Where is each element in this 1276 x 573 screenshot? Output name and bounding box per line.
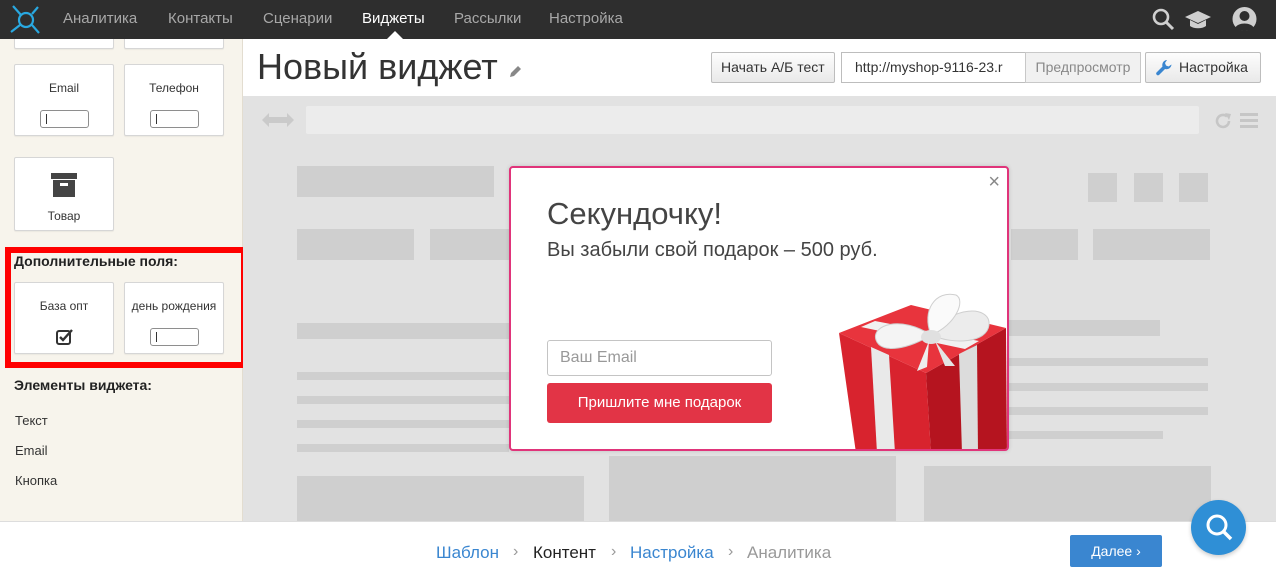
field-card-label: Товар <box>47 209 81 223</box>
field-card-product[interactable]: Товар <box>14 157 114 231</box>
field-card-email[interactable]: Email <box>14 64 114 136</box>
nav-item-settings[interactable]: Настройка <box>549 0 623 39</box>
user-avatar-icon[interactable] <box>1231 6 1258 32</box>
mock-page-block <box>297 396 509 404</box>
mock-page-block <box>430 229 510 260</box>
nav-item-scenarios[interactable]: Сценарии <box>263 0 332 39</box>
popup-submit-button[interactable]: Пришлите мне подарок <box>547 383 772 423</box>
mock-page-block <box>1008 383 1208 391</box>
mock-page-block <box>1008 407 1208 415</box>
chevron-right-icon: › <box>513 543 519 560</box>
wizard-step-settings[interactable]: Настройка <box>630 543 714 563</box>
field-card-partial[interactable] <box>14 39 114 49</box>
mock-page-block <box>297 229 414 260</box>
chevron-right-icon: › <box>611 543 617 560</box>
settings-button-label: Настройка <box>1179 59 1248 75</box>
mock-page-block <box>297 420 509 428</box>
mock-page-block <box>1008 431 1163 439</box>
gift-box-icon <box>839 293 1007 449</box>
next-button-label: Далее <box>1091 543 1133 559</box>
field-card-label: Телефон <box>149 81 199 95</box>
widget-element-button[interactable]: Кнопка <box>15 473 57 488</box>
mock-page-block <box>1134 173 1163 202</box>
field-card-phone[interactable]: Телефон <box>124 64 224 136</box>
mock-page-block <box>1093 229 1210 260</box>
wizard-footer: Шаблон › Контент › Настройка › Аналитика… <box>0 521 1276 573</box>
mock-address-bar <box>306 106 1199 134</box>
mock-page-block <box>1011 229 1078 260</box>
search-icon[interactable] <box>1151 6 1175 32</box>
chevron-right-icon: › <box>728 543 734 560</box>
mock-page-block <box>297 476 584 521</box>
popup-email-input[interactable]: Ваш Email <box>547 340 772 376</box>
mock-page-block <box>1008 358 1208 366</box>
field-card-partial[interactable] <box>124 39 224 49</box>
popup-subtitle[interactable]: Вы забыли свой подарок – 500 руб. <box>547 239 878 262</box>
edit-pencil-icon[interactable] <box>508 65 522 79</box>
mock-page-block <box>1179 173 1208 202</box>
search-icon <box>1206 514 1233 541</box>
resize-arrows-icon[interactable] <box>261 111 295 129</box>
preview-url-input[interactable]: http://myshop-9116-23.r <box>841 52 1026 83</box>
mock-page-block <box>297 444 509 452</box>
widget-element-text[interactable]: Текст <box>15 413 48 428</box>
widget-element-email[interactable]: Email <box>15 443 48 458</box>
field-card-input-preview <box>150 110 199 128</box>
chevron-right-icon: › <box>1136 543 1141 559</box>
graduation-cap-icon[interactable] <box>1184 6 1212 32</box>
page-title: Новый виджет <box>257 46 498 87</box>
next-button[interactable]: Далее › <box>1070 535 1162 567</box>
mock-page-block <box>1008 320 1160 336</box>
popup-title[interactable]: Секундочку! <box>547 196 722 232</box>
mock-page-block <box>924 466 1211 521</box>
wizard-step-template[interactable]: Шаблон <box>436 543 499 563</box>
nav-item-analytics[interactable]: Аналитика <box>63 0 137 39</box>
popup-close-icon[interactable]: × <box>988 171 1000 194</box>
mock-page-block <box>297 166 494 197</box>
menu-icon[interactable] <box>1240 112 1258 128</box>
wizard-step-analytics: Аналитика <box>747 543 832 562</box>
highlight-annotation-box <box>5 247 247 368</box>
preview-button[interactable]: Предпросмотр <box>1025 52 1141 83</box>
mock-page-block <box>297 372 509 380</box>
mock-page-block <box>1088 173 1117 202</box>
field-card-label: Email <box>48 81 79 95</box>
mock-page-block <box>609 456 896 521</box>
logo-icon[interactable] <box>8 3 42 35</box>
widget-popup[interactable]: × Секундочку! Вы забыли свой подарок – 5… <box>509 166 1009 451</box>
nav-item-mailings[interactable]: Рассылки <box>454 0 521 39</box>
nav-item-contacts[interactable]: Контакты <box>168 0 233 39</box>
field-card-input-preview <box>40 110 89 128</box>
box-icon <box>51 173 77 197</box>
active-nav-indicator <box>387 31 403 39</box>
reload-icon[interactable] <box>1213 111 1233 131</box>
wrench-icon <box>1156 60 1172 76</box>
widget-elements-title: Элементы виджета: <box>14 377 152 393</box>
ab-test-button[interactable]: Начать А/Б тест <box>711 52 835 83</box>
wizard-step-content[interactable]: Контент <box>533 543 596 563</box>
top-navigation-bar: Аналитика Контакты Сценарии Виджеты Расс… <box>0 0 1276 39</box>
help-search-button[interactable] <box>1191 500 1246 555</box>
settings-button[interactable]: Настройка <box>1145 52 1261 83</box>
mock-page-block <box>297 323 509 339</box>
